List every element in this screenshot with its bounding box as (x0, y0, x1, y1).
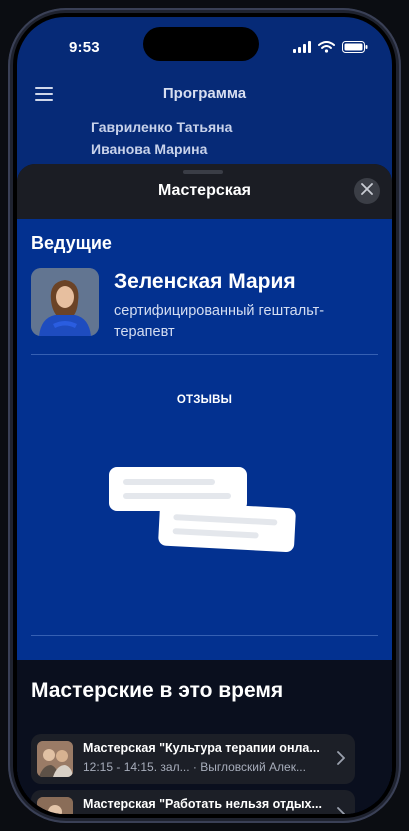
close-icon (361, 182, 373, 200)
sheet-header: Мастерская (17, 164, 392, 219)
screen: 9:53 Программа Гавриленко Татьяна Иванов… (17, 17, 392, 814)
workshop-card-title: Мастерская "Работать нельзя отдых... (83, 797, 322, 811)
sheet-title: Мастерская (158, 182, 251, 199)
presenter-name[interactable]: Зеленская Мария (114, 270, 296, 294)
top-nav: Программа (17, 73, 392, 117)
presenters-heading: Ведущие (31, 233, 112, 253)
workshop-card[interactable]: Мастерская "Работать нельзя отдых... (31, 790, 355, 814)
phone-bezel: 9:53 Программа Гавриленко Татьяна Иванов… (13, 13, 396, 818)
signal-icon (293, 41, 311, 53)
divider (31, 635, 378, 636)
divider (31, 354, 378, 355)
presenter-role: сертифицированный гештальт-терапевт (114, 303, 325, 340)
reviews-heading: ОТЗЫВЫ (176, 394, 233, 406)
workshop-thumbnail (37, 797, 73, 814)
status-icons (293, 41, 368, 53)
close-button[interactable] (354, 178, 380, 204)
background-list-line: Иванова Марина (91, 141, 208, 157)
battery-icon (342, 41, 368, 53)
workshop-sheet: Мастерская Ведущие Зеленская Мария серти… (17, 164, 392, 814)
status-time: 9:53 (69, 39, 100, 56)
chevron-right-icon (337, 807, 346, 814)
workshop-card-title: Мастерская "Культура терапии онла... (83, 741, 320, 755)
dynamic-island (143, 27, 259, 61)
chevron-right-icon (337, 751, 346, 770)
wifi-icon (318, 41, 335, 53)
same-time-section: Мастерские в это время Мастерская "Культ… (17, 660, 392, 814)
nav-title: Программа (162, 85, 247, 102)
workshop-card[interactable]: Мастерская "Культура терапии онла... 12:… (31, 734, 355, 784)
workshop-card-meta: 12:15 - 14:15. зал... · Выгловский Алек.… (83, 760, 306, 774)
status-bar: 9:53 (17, 17, 392, 73)
workshop-thumbnail (37, 741, 73, 777)
presenter-avatar[interactable] (31, 268, 99, 336)
reviews-empty-illustration (109, 467, 299, 562)
same-time-heading: Мастерские в это время (31, 679, 284, 702)
sheet-grabber[interactable] (183, 170, 223, 174)
background-list-line: Гавриленко Татьяна (91, 119, 233, 135)
presenters-panel: Ведущие Зеленская Мария сертифицированны… (17, 219, 392, 660)
